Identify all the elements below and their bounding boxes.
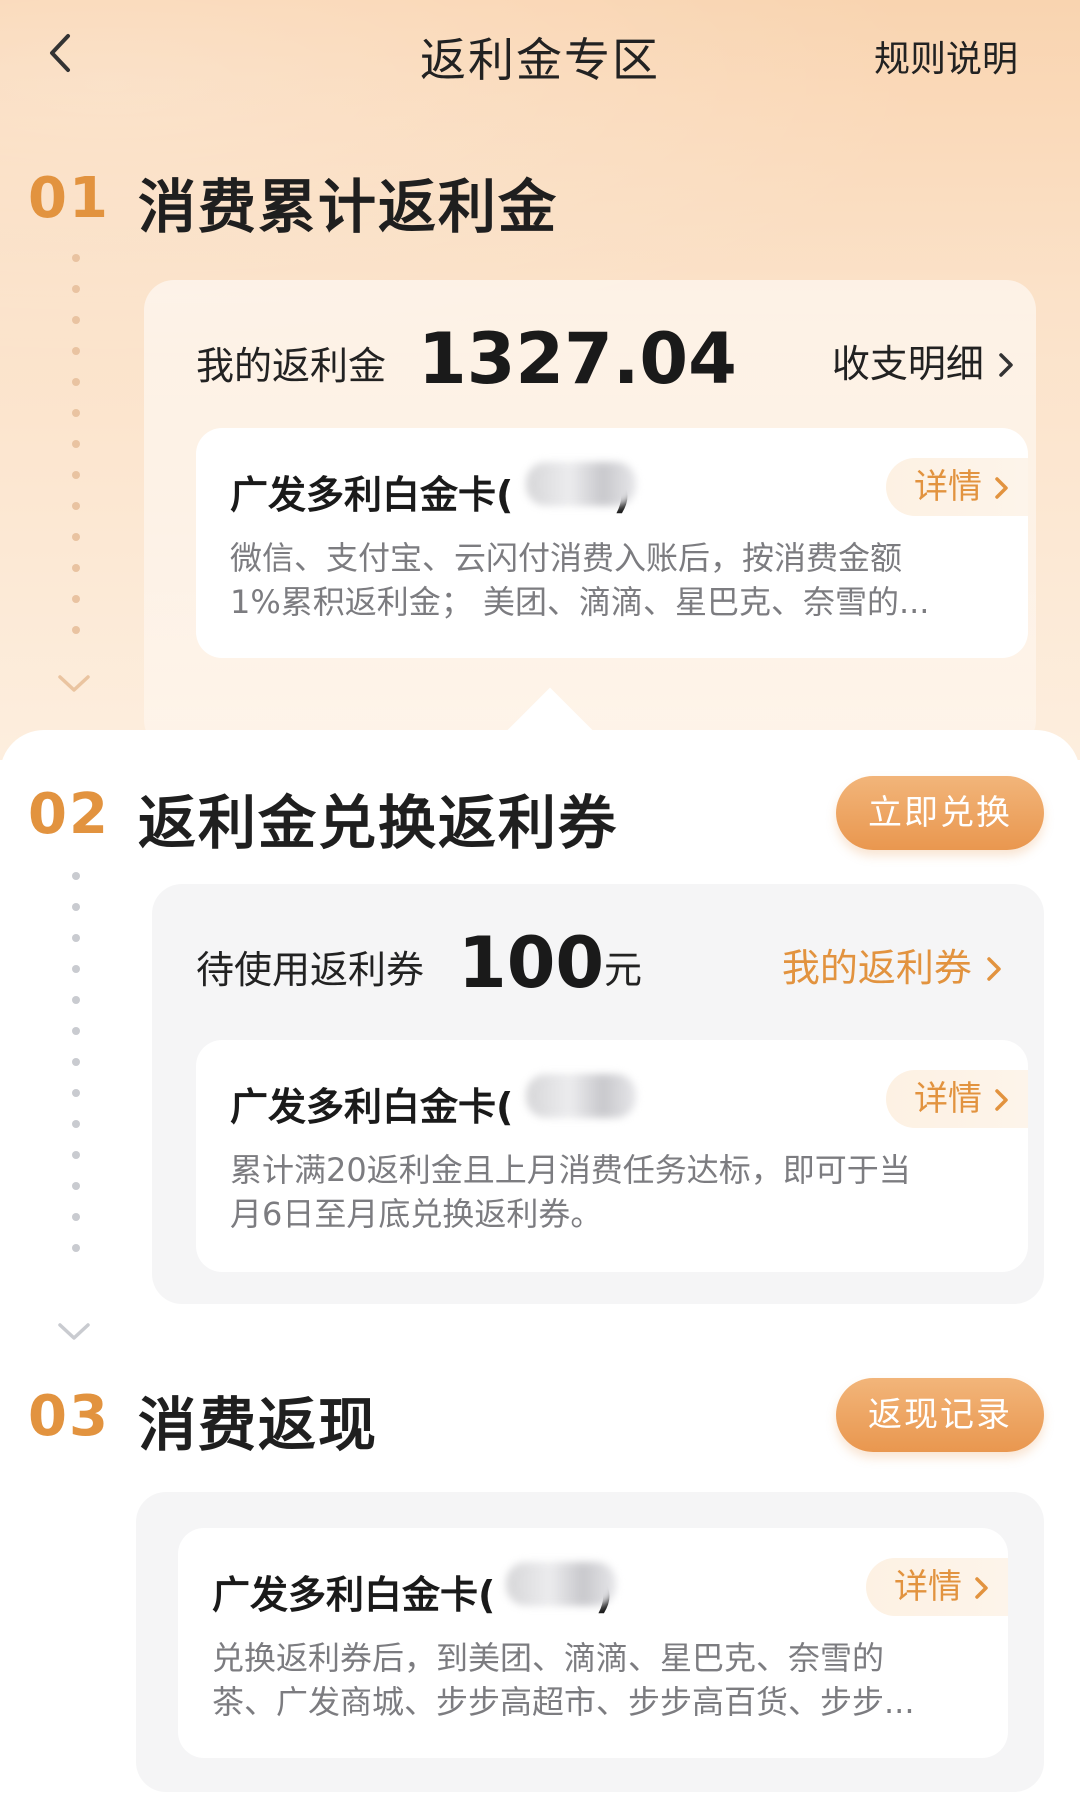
coupon-card: 待使用返利券 100 元 我的返利券 广发多利白金卡( 详情 累计满20返利金且…: [152, 884, 1044, 1304]
balance-row: 我的返利金 1327.04 收支明细: [196, 318, 1013, 400]
rules-link[interactable]: 规则说明: [874, 30, 1018, 82]
chevron-right-icon: [975, 1577, 988, 1599]
coupon-unit: 元: [604, 948, 643, 992]
card-description-3: 兑换返利券后，到美团、滴滴、星巴克、奈雪的 茶、广发商城、步步高超市、步步高百货…: [212, 1639, 915, 1721]
section-2-title: 返利金兑换返利券: [138, 789, 619, 857]
section-1-title: 消费累计返利金: [138, 173, 559, 241]
detail-button-3[interactable]: 详情: [866, 1558, 1008, 1616]
card-description-2: 累计满20返利金且上月消费任务达标，即可于当 月6日至月底兑换返利券。: [230, 1151, 911, 1233]
my-coupons-label: 我的返利券: [781, 946, 972, 990]
chevron-right-icon: [995, 477, 1008, 499]
section-3-title: 消费返现: [138, 1391, 379, 1459]
section-2-header: 02 返利金兑换返利券 立即兑换: [0, 776, 1080, 857]
card-description-1: 微信、支付宝、云闪付消费入账后，按消费金额 1%累积返利金； 美团、滴滴、星巴克…: [230, 539, 930, 621]
cashback-card: 广发多利白金卡() 详情 兑换返利券后，到美团、滴滴、星巴克、奈雪的 茶、广发商…: [136, 1492, 1044, 1792]
coupon-label: 待使用返利券: [196, 948, 425, 992]
detail-button-2[interactable]: 详情: [886, 1070, 1028, 1128]
chevron-right-icon: [987, 957, 1001, 981]
coupon-amount: 100: [458, 922, 605, 1004]
section-3-header: 03 消费返现 返现记录: [0, 1378, 1080, 1459]
rebate-balance-card: 我的返利金 1327.04 收支明细 广发多利白金卡() 详情 微信、支付宝、云…: [144, 280, 1036, 750]
chevron-right-icon: [999, 353, 1013, 377]
section-2-number: 02: [28, 782, 110, 847]
masked-card-number: [526, 462, 636, 506]
transaction-details-label: 收支明细: [831, 342, 984, 386]
chevron-right-icon: [995, 1089, 1008, 1111]
masked-card-number: [506, 1562, 616, 1606]
section-1-header: 01 消费累计返利金: [0, 160, 1080, 241]
balance-label: 我的返利金: [196, 344, 387, 388]
detail-button-1[interactable]: 详情: [886, 458, 1028, 516]
card-info-2: 广发多利白金卡( 详情 累计满20返利金且上月消费任务达标，即可于当 月6日至月…: [196, 1040, 1028, 1272]
card-info-1: 广发多利白金卡() 详情 微信、支付宝、云闪付消费入账后，按消费金额 1%累积返…: [196, 428, 1028, 658]
section-1-number: 01: [28, 166, 110, 231]
timeline-dots-1: [70, 254, 82, 657]
card-info-3: 广发多利白金卡() 详情 兑换返利券后，到美团、滴滴、星巴克、奈雪的 茶、广发商…: [178, 1528, 1008, 1758]
balance-amount: 1327.04: [418, 318, 737, 400]
exchange-now-button[interactable]: 立即兑换: [836, 776, 1044, 850]
cashback-records-button[interactable]: 返现记录: [836, 1378, 1044, 1452]
section-3-number: 03: [28, 1384, 110, 1449]
timeline-dots-2: [70, 872, 82, 1275]
my-coupons-link[interactable]: 我的返利券: [782, 937, 1004, 992]
chevron-down-icon: [58, 675, 90, 692]
coupon-row: 待使用返利券 100 元 我的返利券: [196, 922, 1001, 1004]
transaction-details-link[interactable]: 收支明细: [832, 333, 1016, 388]
card-name: 广发多利白金卡(: [230, 1085, 514, 1129]
chevron-down-icon: [58, 1323, 90, 1340]
masked-card-number: [526, 1074, 636, 1118]
nav-bar: 返利金专区 规则说明: [0, 0, 1080, 110]
